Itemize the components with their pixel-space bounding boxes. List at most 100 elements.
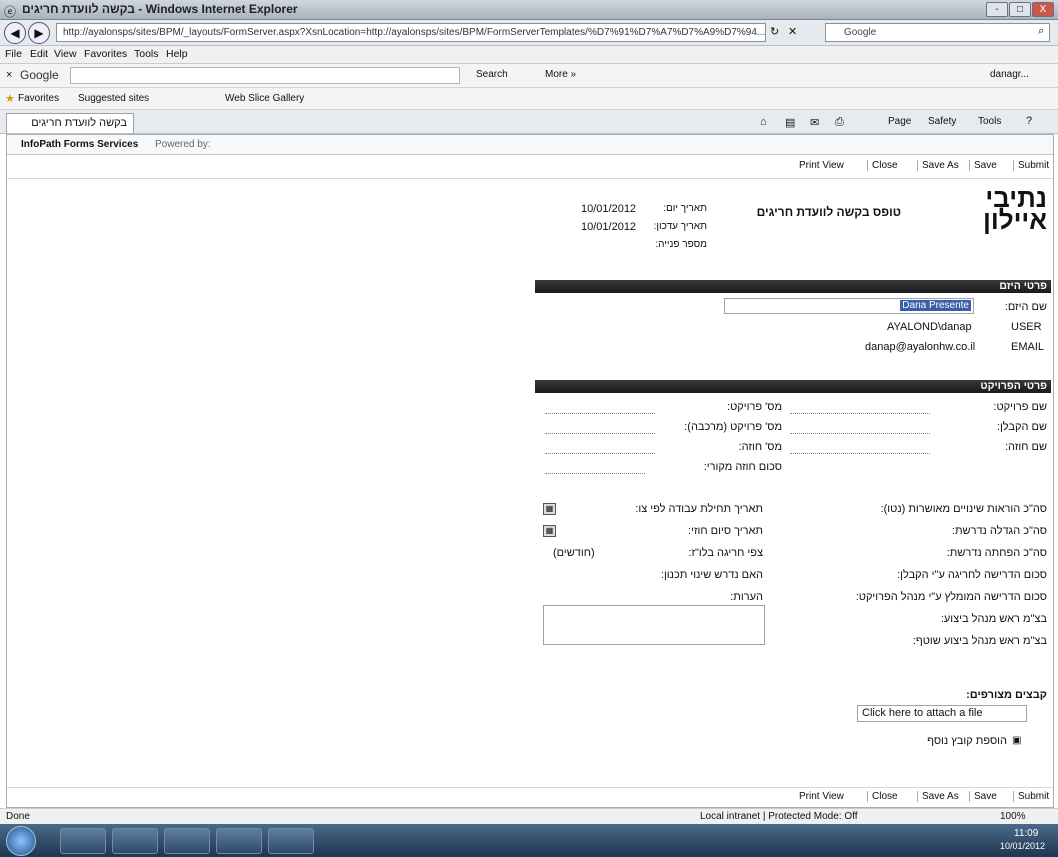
- close-window-button[interactable]: X: [1032, 2, 1054, 17]
- web-slice-gallery-link[interactable]: Web Slice Gallery: [225, 93, 304, 104]
- close-form-button[interactable]: Close: [867, 791, 902, 802]
- taskbar-ie-icon[interactable]: [164, 828, 210, 854]
- feeds-icon[interactable]: ▤: [785, 116, 795, 129]
- print-view-button[interactable]: Print View: [795, 791, 848, 802]
- project-name-input[interactable]: [790, 413, 930, 414]
- ie-icon: ⓔ: [4, 5, 17, 19]
- project-name-label: שם פרויקט:: [993, 401, 1047, 413]
- save-as-button[interactable]: Save As: [917, 791, 963, 802]
- menu-favorites[interactable]: Favorites: [84, 48, 127, 60]
- contract-end-date-label: תאריך סיום חוזי:: [688, 525, 763, 537]
- contract-name-label: שם חוזה:: [1004, 441, 1047, 453]
- status-bar: Done Local intranet | Protected Mode: Of…: [0, 808, 1058, 824]
- planning-change-label: האם נדרש שינוי תכנון:: [660, 569, 763, 581]
- contract-name-input[interactable]: [790, 453, 930, 454]
- number-label: מספר פנייה:: [655, 239, 707, 250]
- project-number-input[interactable]: [545, 413, 655, 414]
- taskbar-app2-icon[interactable]: [268, 828, 314, 854]
- contract-number-input[interactable]: [545, 453, 655, 454]
- attachments-label: קבצים מצורפים:: [966, 689, 1047, 701]
- save-button[interactable]: Save: [969, 160, 1001, 171]
- remarks-textarea[interactable]: [543, 605, 765, 645]
- save-as-button[interactable]: Save As: [917, 160, 963, 171]
- back-button[interactable]: ◀: [4, 22, 26, 44]
- schedule-deviation-label: צפי חריגה בלו"ז:: [688, 547, 763, 559]
- add-file-link[interactable]: הוספת קובץ נוסף: [897, 735, 1007, 747]
- star-icon: ★: [5, 93, 15, 105]
- name-input[interactable]: Dana Presente: [724, 298, 974, 314]
- help-icon[interactable]: ?: [1026, 115, 1032, 127]
- favorites-button[interactable]: Favorites: [18, 93, 59, 104]
- search-input[interactable]: Google: [825, 23, 1050, 42]
- contract-number-label: מס' חוזה:: [738, 441, 782, 453]
- original-sum-input[interactable]: [545, 473, 645, 474]
- search-icon[interactable]: ⌕: [1038, 25, 1044, 38]
- refresh-icon[interactable]: ↻: [770, 25, 779, 38]
- taskbar-media-icon[interactable]: [112, 828, 158, 854]
- forward-button[interactable]: ▶: [28, 22, 50, 44]
- updated-value: 10/01/2012: [581, 221, 637, 233]
- window-titlebar: ⓔ בקשה לוועדת חריגים - Windows Internet …: [0, 0, 1058, 20]
- menu-file[interactable]: File: [5, 48, 22, 60]
- google-user[interactable]: danagr...: [990, 69, 1029, 80]
- stop-icon[interactable]: ✕: [788, 25, 797, 38]
- tab-current[interactable]: בקשה לוועדת חריגים: [6, 113, 134, 133]
- submit-button[interactable]: Submit: [1013, 791, 1053, 802]
- email-value: danap@ayalonhw.co.il: [865, 341, 976, 353]
- required-decrease-label: סה"כ הפחתה נדרשת:: [946, 547, 1047, 559]
- user-label: USER: [1011, 321, 1042, 333]
- required-increase-label: סה"כ הגדלה נדרשת:: [951, 525, 1047, 537]
- work-start-date-label: תאריך תחילת עבודה לפי צו:: [635, 503, 763, 515]
- project-number-merkava-input[interactable]: [545, 433, 655, 434]
- save-button[interactable]: Save: [969, 791, 1001, 802]
- form-toolbar-top: Print View Close Save As Save Submit: [7, 157, 1053, 179]
- menu-view[interactable]: View: [54, 48, 77, 60]
- taskbar-explorer-icon[interactable]: [60, 828, 106, 854]
- suggested-sites-link[interactable]: Suggested sites: [78, 93, 149, 104]
- menu-help[interactable]: Help: [166, 48, 188, 60]
- original-sum-label: סכום חוזה מקורי:: [703, 461, 782, 473]
- tools-menu[interactable]: Tools: [978, 116, 1001, 127]
- submit-button[interactable]: Submit: [1013, 160, 1053, 171]
- home-icon[interactable]: ⌂: [760, 116, 767, 128]
- infopath-header: InfoPath Forms Services Powered by:: [7, 135, 1053, 155]
- add-file-icon: ▣: [1012, 735, 1022, 746]
- maximize-button[interactable]: □: [1009, 2, 1031, 17]
- calendar-icon[interactable]: ▦: [543, 525, 556, 537]
- calendar-icon[interactable]: ▦: [543, 503, 556, 515]
- menu-bar: File Edit View Favorites Tools Help: [0, 46, 1058, 64]
- project-number-merkava-label: מס' פרויקט (מרכבה):: [684, 421, 782, 433]
- safety-menu[interactable]: Safety: [928, 116, 956, 127]
- mail-icon[interactable]: ✉: [810, 116, 819, 129]
- contractor-label: שם הקבלן:: [996, 421, 1047, 433]
- taskbar: 11:09 10/01/2012: [0, 824, 1058, 857]
- print-icon[interactable]: ⎙: [835, 116, 844, 129]
- tab-bar: בקשה לוועדת חריגים ⌂ ▤ ✉ ⎙ Page Safety T…: [0, 110, 1058, 134]
- google-more-button[interactable]: More »: [545, 69, 576, 80]
- section-project: פרטי הפרויקט: [535, 380, 1051, 393]
- print-view-button[interactable]: Print View: [795, 160, 848, 171]
- close-form-button[interactable]: Close: [867, 160, 902, 171]
- page-content: InfoPath Forms Services Powered by: Prin…: [6, 134, 1054, 808]
- contractor-input[interactable]: [790, 433, 930, 434]
- status-done: Done: [6, 811, 30, 822]
- updated-label: תאריך עדכון:: [653, 221, 707, 232]
- infopath-label: InfoPath Forms Services: [21, 139, 139, 150]
- taskbar-app-icon[interactable]: [216, 828, 262, 854]
- page-menu[interactable]: Page: [888, 116, 911, 127]
- zoom-level[interactable]: 100%: [1000, 811, 1026, 822]
- clock-time: 11:09: [1014, 828, 1039, 839]
- address-bar-row: ◀ ▶ http://ayalonsps/sites/BPM/_layouts/…: [0, 20, 1058, 46]
- close-toolbar-icon[interactable]: ×: [6, 69, 12, 81]
- attach-file-link[interactable]: Click here to attach a file: [857, 705, 1027, 722]
- google-search-input[interactable]: [70, 67, 460, 84]
- menu-tools[interactable]: Tools: [134, 48, 159, 60]
- address-input[interactable]: http://ayalonsps/sites/BPM/_layouts/Form…: [56, 23, 766, 42]
- powered-by: Powered by:: [155, 139, 211, 150]
- google-search-button[interactable]: Search: [476, 69, 508, 80]
- menu-edit[interactable]: Edit: [30, 48, 48, 60]
- start-button[interactable]: [6, 826, 36, 856]
- section-developer: פרטי היזם: [535, 280, 1051, 293]
- pm-recommendation-label: סכום הדרישה המומלץ ע"י מנהל הפרויקט:: [855, 591, 1047, 603]
- minimize-button[interactable]: -: [986, 2, 1008, 17]
